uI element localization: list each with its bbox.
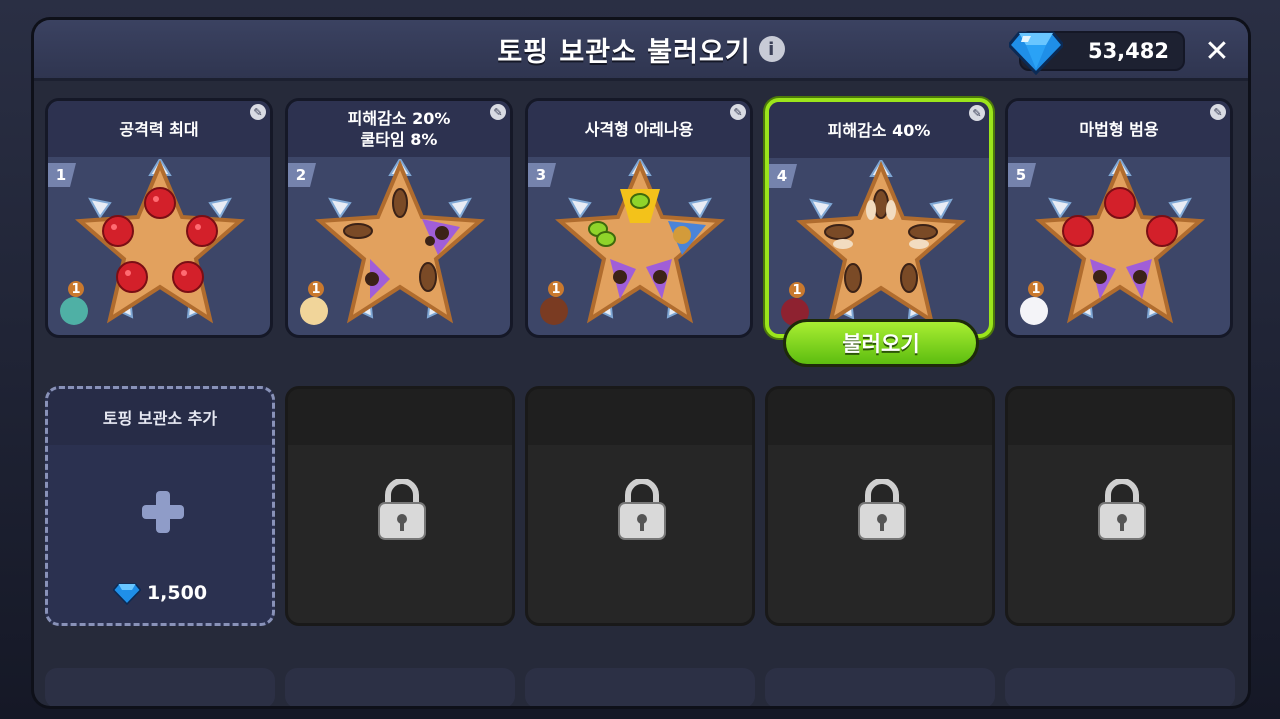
add-storage-slot[interactable]: 토핑 보관소 추가 1,500	[45, 386, 275, 626]
cookie-face-icon	[60, 297, 88, 325]
topping-storage-dialog: 토핑 보관소 불러오기 i 53,482 ✕ 공격력 최대 ✎ 1 1 피해감소…	[34, 20, 1248, 706]
lock-icon	[858, 479, 906, 540]
locked-slot-header	[1008, 389, 1232, 445]
locked-slot	[1005, 386, 1235, 626]
crystal-balance: 53,482	[1009, 31, 1185, 75]
locked-slot	[765, 386, 995, 626]
cookie-level-badge: 1	[548, 281, 564, 297]
background-panel	[1005, 668, 1235, 706]
cookie-level-badge: 1	[68, 281, 84, 297]
preset-title: 사격형 아레나용	[528, 101, 750, 157]
preset-slot-1[interactable]: 공격력 최대 ✎ 1 1	[45, 98, 273, 338]
close-button[interactable]: ✕	[1200, 34, 1234, 69]
info-icon[interactable]: i	[758, 36, 785, 62]
plus-icon	[142, 491, 184, 533]
cookie-level-badge: 1	[1028, 281, 1044, 297]
lock-icon	[618, 479, 666, 540]
cookie-face-icon	[1020, 297, 1048, 325]
topping-star-almond	[796, 160, 966, 325]
locked-slot-header	[768, 389, 992, 445]
preset-title: 마법형 범용	[1008, 101, 1230, 157]
cookie-avatar: 1	[58, 281, 92, 329]
cookie-avatar: 1	[1018, 281, 1052, 329]
cookie-level-badge: 1	[308, 281, 324, 297]
edit-icon[interactable]: ✎	[1210, 104, 1226, 120]
edit-icon[interactable]: ✎	[969, 105, 985, 121]
locked-slot-header	[528, 389, 752, 445]
preset-slot-5[interactable]: 마법형 범용 ✎ 5 1	[1005, 98, 1233, 338]
lock-icon	[1098, 479, 1146, 540]
dialog-title-text: 토핑 보관소 불러오기	[497, 36, 751, 68]
background-panel	[285, 668, 515, 706]
topping-star-raspberry-chocolate	[1035, 159, 1205, 324]
cookie-face-icon	[300, 297, 328, 325]
cookie-face-icon	[540, 297, 568, 325]
topping-star-raspberry	[75, 159, 245, 324]
preset-slot-2[interactable]: 피해감소 20% 쿨타임 8% ✎ 2 1	[285, 98, 513, 338]
edit-icon[interactable]: ✎	[250, 104, 266, 120]
locked-slot	[285, 386, 515, 626]
background-panel	[765, 668, 995, 706]
add-slot-title: 토핑 보관소 추가	[48, 389, 272, 445]
preset-title: 공격력 최대	[48, 101, 270, 157]
lock-icon	[378, 479, 426, 540]
locked-slot-header	[288, 389, 512, 445]
topping-star-apple-jelly	[555, 159, 725, 324]
preset-slot-4[interactable]: 피해감소 40% ✎ 4 1	[765, 98, 993, 338]
locked-slot	[525, 386, 755, 626]
preset-slot-3[interactable]: 사격형 아레나용 ✎ 3 1	[525, 98, 753, 338]
cookie-avatar: 1	[298, 281, 332, 329]
edit-icon[interactable]: ✎	[730, 104, 746, 120]
cookie-avatar: 1	[538, 281, 572, 329]
add-slot-cost: 1,500	[48, 581, 272, 605]
cookie-level-badge: 1	[789, 282, 805, 298]
crystal-icon	[1009, 31, 1063, 75]
background-panel	[45, 668, 275, 706]
crystal-amount: 53,482	[1087, 39, 1169, 63]
background-panel	[525, 668, 755, 706]
preset-title: 피해감소 40%	[769, 102, 989, 158]
edit-icon[interactable]: ✎	[490, 104, 506, 120]
topping-star-almond-chocolate	[315, 159, 485, 324]
preset-title: 피해감소 20% 쿨타임 8%	[288, 101, 510, 157]
cost-value: 1,500	[146, 582, 208, 604]
crystal-icon	[112, 583, 141, 605]
load-button[interactable]: 불러오기	[783, 319, 979, 367]
